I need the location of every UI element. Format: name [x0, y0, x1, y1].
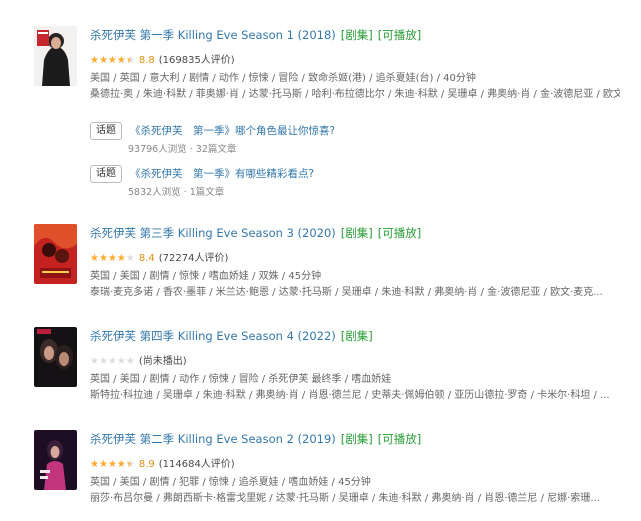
rating-count: (72274人评价): [158, 253, 229, 264]
title-link[interactable]: 杀死伊芙 第二季 Killing Eve Season 2 (2019): [90, 432, 336, 446]
title-row: 杀死伊芙 第四季 Killing Eve Season 4 (2022) [剧集]: [90, 329, 373, 344]
poster-image[interactable]: [34, 224, 77, 284]
topic-badge[interactable]: 话题: [90, 121, 122, 140]
genre-info: 英国 / 美国 / 剧情 / 动作 / 惊悚 / 冒险 / 杀死伊芙 最终季 /…: [90, 374, 392, 385]
tag-series[interactable]: [剧集]: [341, 226, 373, 240]
topic-badge[interactable]: 话题: [90, 164, 122, 183]
rating-score: 8.8: [138, 55, 155, 66]
title-link[interactable]: 杀死伊芙 第一季 Killing Eve Season 1 (2018): [90, 28, 336, 42]
star-rating: ★★★★★★★★★★: [90, 55, 135, 66]
title-link[interactable]: 杀死伊芙 第四季 Killing Eve Season 4 (2022): [90, 329, 336, 343]
tag-playable[interactable]: [可播放]: [378, 432, 421, 446]
genre-info: 美国 / 英国 / 意大利 / 剧情 / 动作 / 惊悚 / 冒险 / 致命杀姬…: [90, 73, 476, 84]
poster-image[interactable]: [34, 430, 77, 490]
rating-count: (尚未播出): [138, 356, 187, 367]
topic-row: 话题 《杀死伊芙 第一季》哪个角色最让你惊喜?: [90, 120, 335, 140]
topic-link[interactable]: 《杀死伊芙 第一季》哪个角色最让你惊喜?: [130, 125, 335, 137]
rating-count: (169835人评价): [158, 55, 235, 66]
topic-row: 话题 《杀死伊芙 第一季》有哪些精彩看点?: [90, 163, 314, 183]
genre-info: 英国 / 美国 / 剧情 / 犯罪 / 惊悚 / 追杀夏娃 / 嗜血娇娃 / 4…: [90, 477, 371, 488]
topic-stats: 5832人浏览 · 1篇文章: [128, 187, 225, 198]
rating-row: ★★★★★★★★★★8.4(72274人评价): [90, 252, 228, 265]
title-row: 杀死伊芙 第三季 Killing Eve Season 3 (2020) [剧集]…: [90, 226, 421, 241]
tag-series[interactable]: [剧集]: [341, 432, 373, 446]
star-rating: ★★★★★★★★★★: [90, 459, 135, 470]
rating-count: (114684人评价): [158, 459, 235, 470]
genre-info: 英国 / 美国 / 剧情 / 惊悚 / 嗜血娇娃 / 双姝 / 45分钟: [90, 271, 322, 282]
cast-info: 泰瑞·麦克多诺 / 香农·墨菲 / 米兰达·鲍恩 / 达蒙·托马斯 / 吴珊卓 …: [90, 287, 603, 298]
title-link[interactable]: 杀死伊芙 第三季 Killing Eve Season 3 (2020): [90, 226, 336, 240]
poster-image[interactable]: [34, 26, 77, 86]
star-rating: ★★★★★★★★★★: [90, 253, 135, 264]
topic-link[interactable]: 《杀死伊芙 第一季》有哪些精彩看点?: [130, 168, 314, 180]
rating-row: ★★★★★★★★★★8.8(169835人评价): [90, 54, 235, 67]
title-row: 杀死伊芙 第二季 Killing Eve Season 2 (2019) [剧集]…: [90, 432, 421, 447]
rating-row: ★★★★★★★★★★(尚未播出): [90, 355, 187, 368]
cast-info: 斯特拉·科拉迪 / 吴珊卓 / 朱迪·科默 / 弗奥纳·肖 / 肖恩·德兰尼 /…: [90, 390, 610, 401]
rating-score: 8.9: [138, 459, 155, 470]
tag-playable[interactable]: [可播放]: [378, 28, 421, 42]
cast-info: 桑德拉·奥 / 朱迪·科默 / 菲奥娜·肖 / 达蒙·托马斯 / 哈利·布拉德比…: [90, 89, 620, 100]
tag-playable[interactable]: [可播放]: [378, 226, 421, 240]
rating-row: ★★★★★★★★★★8.9(114684人评价): [90, 458, 235, 471]
cast-info: 丽莎·布吕尔曼 / 弗朗西斯卡·格雷戈里妮 / 达蒙·托马斯 / 吴珊卓 / 朱…: [90, 493, 600, 504]
poster-image[interactable]: [34, 327, 77, 387]
star-rating: ★★★★★★★★★★: [90, 356, 135, 367]
tag-series[interactable]: [剧集]: [341, 329, 373, 343]
title-row: 杀死伊芙 第一季 Killing Eve Season 1 (2018) [剧集]…: [90, 28, 421, 43]
tag-series[interactable]: [剧集]: [341, 28, 373, 42]
topic-stats: 93796人浏览 · 32篇文章: [128, 144, 237, 155]
rating-score: 8.4: [138, 253, 155, 264]
